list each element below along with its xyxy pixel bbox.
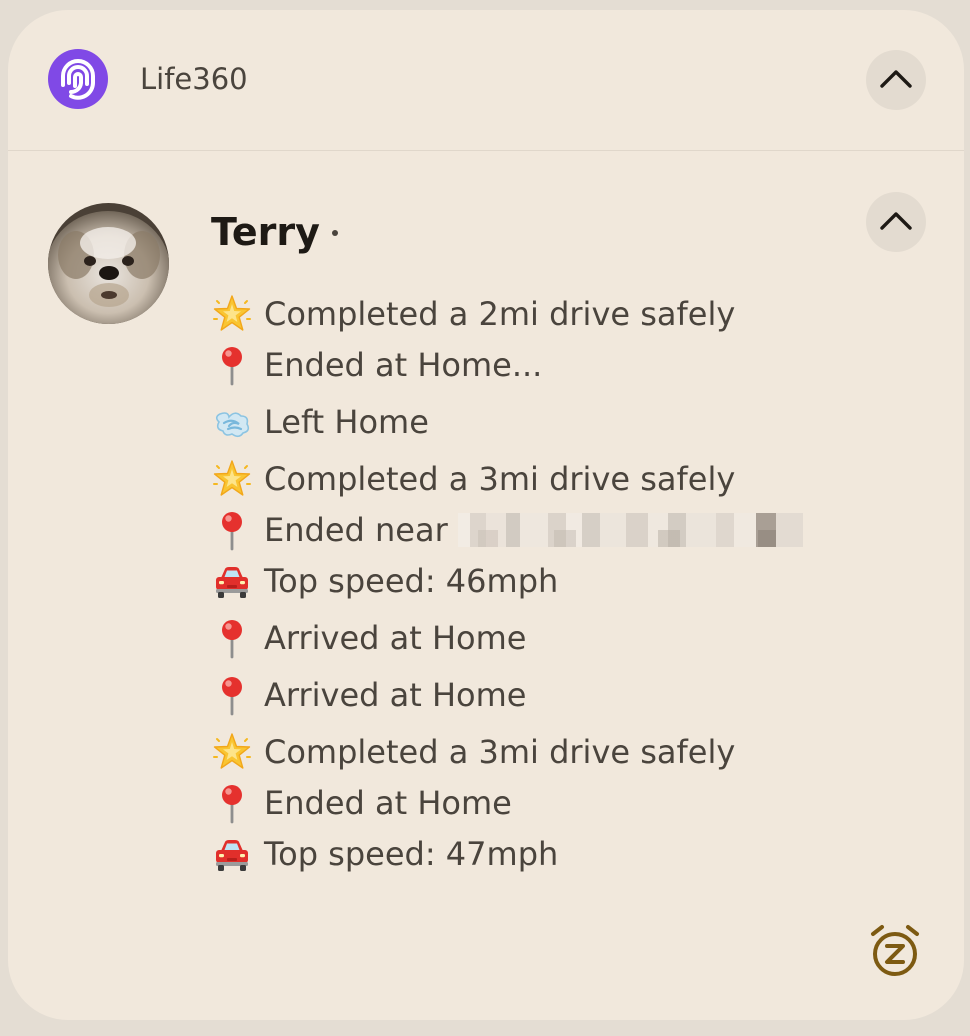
message-line: Top speed: 46mph <box>211 555 911 606</box>
glowing-star-icon <box>211 293 253 335</box>
message-text: Completed a 3mi drive safely <box>264 732 736 771</box>
sender-name: Terry <box>211 207 338 257</box>
automobile-icon <box>211 833 253 875</box>
message-group: Left Home <box>211 396 911 447</box>
round-pushpin-icon <box>211 617 253 659</box>
message-line: Completed a 2mi drive safely <box>211 288 911 339</box>
collapse-app-button[interactable] <box>866 50 926 110</box>
collapse-conversation-button[interactable] <box>866 192 926 252</box>
message-text: Top speed: 47mph <box>264 834 559 873</box>
message-line: Arrived at Home <box>211 669 911 720</box>
message-group: Arrived at Home <box>211 669 911 720</box>
message-text: Top speed: 46mph <box>264 561 559 600</box>
message-group: Arrived at Home <box>211 612 911 663</box>
message-line: Ended at Home... <box>211 339 911 390</box>
message-text: Ended near <box>264 510 448 549</box>
dashing-away-icon <box>211 401 253 443</box>
message-group: Completed a 2mi drive safely Ended at Hom… <box>211 288 911 390</box>
message-group: Completed a 3mi drive safely Ended at Hom… <box>211 726 911 879</box>
glowing-star-icon <box>211 458 253 500</box>
chevron-up-icon <box>880 70 912 88</box>
message-line: Top speed: 47mph <box>211 828 911 879</box>
separator-dot <box>331 229 338 236</box>
snooze-alarm-icon <box>871 925 919 976</box>
message-line: Completed a 3mi drive safely <box>211 726 911 777</box>
message-text: Completed a 3mi drive safely <box>264 459 736 498</box>
notification-card[interactable]: Life360 Terry Completed a 2mi drive safe… <box>8 10 964 1020</box>
message-line: Completed a 3mi drive safely <box>211 453 911 504</box>
message-text: Arrived at Home <box>264 675 527 714</box>
avatar <box>48 203 169 324</box>
chevron-up-icon <box>880 212 912 230</box>
round-pushpin-icon <box>211 782 253 824</box>
glowing-star-icon <box>211 731 253 773</box>
message-line: Left Home <box>211 396 911 447</box>
message-list: Completed a 2mi drive safely Ended at Hom… <box>211 288 911 885</box>
message-group: Completed a 3mi drive safely Ended near To… <box>211 453 911 606</box>
message-text: Completed a 2mi drive safely <box>264 294 736 333</box>
round-pushpin-icon <box>211 674 253 716</box>
message-line: Ended near <box>211 504 911 555</box>
message-text: Ended at Home <box>264 783 512 822</box>
round-pushpin-icon <box>211 509 253 551</box>
snooze-button[interactable] <box>868 922 922 978</box>
redacted-location <box>457 512 803 547</box>
message-text: Ended at Home... <box>264 345 543 384</box>
message-line: Arrived at Home <box>211 612 911 663</box>
header-divider <box>8 150 964 151</box>
message-line: Ended at Home <box>211 777 911 828</box>
automobile-icon <box>211 560 253 602</box>
message-text: Arrived at Home <box>264 618 527 657</box>
app-name: Life360 <box>140 62 248 96</box>
message-text: Left Home <box>264 402 429 441</box>
life360-logo-icon <box>48 49 108 109</box>
round-pushpin-icon <box>211 344 253 386</box>
